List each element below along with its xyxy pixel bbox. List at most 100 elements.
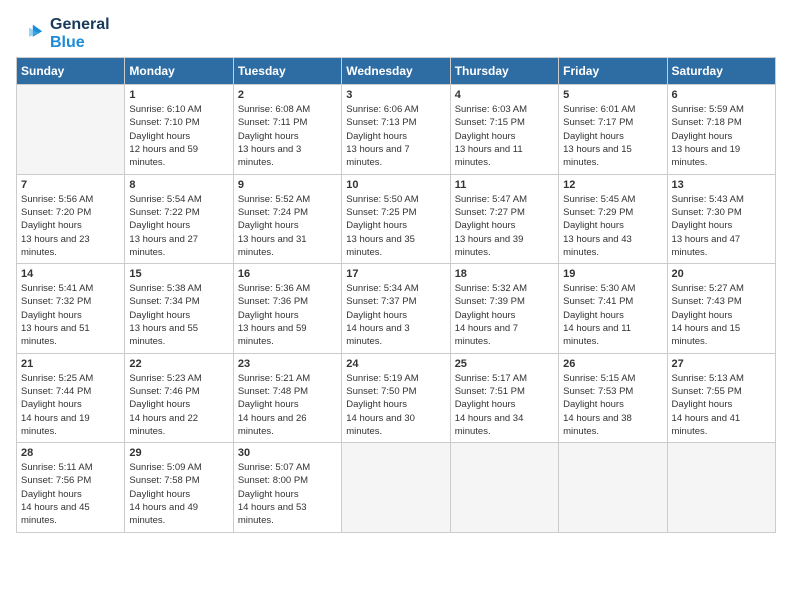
calendar-week-5: 28 Sunrise: 5:11 AMSunset: 7:56 PMDayligh… xyxy=(17,443,776,532)
logo-general: General xyxy=(50,16,110,34)
calendar-cell xyxy=(559,443,667,532)
logo: General Blue xyxy=(16,16,110,51)
day-number: 14 xyxy=(21,268,120,280)
day-number: 4 xyxy=(455,89,554,101)
day-number: 25 xyxy=(455,358,554,370)
day-number: 7 xyxy=(21,179,120,191)
calendar-cell: 5Sunrise: 6:01 AMSunset: 7:17 PMDaylight… xyxy=(559,85,667,174)
calendar-cell: 7 Sunrise: 5:56 AMSunset: 7:20 PMDaylight… xyxy=(17,174,125,263)
calendar-cell: 11 Sunrise: 5:47 AMSunset: 7:27 PMDayligh… xyxy=(450,174,558,263)
day-info: Sunrise: 5:17 AMSunset: 7:51 PMDaylight … xyxy=(455,372,554,438)
calendar-cell: 24Sunrise: 5:19 AMSunset: 7:50 PMDayligh… xyxy=(342,353,450,442)
day-number: 26 xyxy=(563,358,662,370)
day-number: 19 xyxy=(563,268,662,280)
day-number: 11 xyxy=(455,179,554,191)
day-number: 2 xyxy=(238,89,337,101)
page-header: General Blue xyxy=(16,16,776,51)
day-number: 21 xyxy=(21,358,120,370)
calendar-week-1: 1 Sunrise: 6:10 AMSunset: 7:10 PMDaylight… xyxy=(17,85,776,174)
day-info: Sunrise: 5:30 AMSunset: 7:41 PMDaylight … xyxy=(563,282,662,348)
day-number: 29 xyxy=(129,447,228,459)
day-info: Sunrise: 6:01 AMSunset: 7:17 PMDaylight … xyxy=(563,103,662,169)
calendar-cell: 22Sunrise: 5:23 AMSunset: 7:46 PMDayligh… xyxy=(125,353,233,442)
day-number: 3 xyxy=(346,89,445,101)
calendar-cell: 19 Sunrise: 5:30 AMSunset: 7:41 PMDayligh… xyxy=(559,264,667,353)
weekday-header-sunday: Sunday xyxy=(17,58,125,85)
day-info: Sunrise: 6:03 AMSunset: 7:15 PMDaylight … xyxy=(455,103,554,169)
day-info: Sunrise: 6:06 AMSunset: 7:13 PMDaylight … xyxy=(346,103,445,169)
calendar-cell: 8 Sunrise: 5:54 AMSunset: 7:22 PMDaylight… xyxy=(125,174,233,263)
logo-wrapper: General Blue xyxy=(16,16,110,51)
day-info: Sunrise: 5:59 AMSunset: 7:18 PMDaylight … xyxy=(672,103,771,169)
day-info: Sunrise: 5:34 AMSunset: 7:37 PMDaylight … xyxy=(346,282,445,348)
day-info: Sunrise: 5:54 AMSunset: 7:22 PMDaylight … xyxy=(129,193,228,259)
calendar-cell: 3 Sunrise: 6:06 AMSunset: 7:13 PMDaylight… xyxy=(342,85,450,174)
calendar-cell xyxy=(17,85,125,174)
calendar-table: SundayMondayTuesdayWednesdayThursdayFrid… xyxy=(16,57,776,532)
calendar-cell xyxy=(450,443,558,532)
day-info: Sunrise: 5:07 AMSunset: 8:00 PMDaylight … xyxy=(238,461,337,527)
day-info: Sunrise: 5:47 AMSunset: 7:27 PMDaylight … xyxy=(455,193,554,259)
calendar-week-2: 7 Sunrise: 5:56 AMSunset: 7:20 PMDaylight… xyxy=(17,174,776,263)
calendar-cell: 6Sunrise: 5:59 AMSunset: 7:18 PMDaylight… xyxy=(667,85,775,174)
weekday-header-tuesday: Tuesday xyxy=(233,58,341,85)
day-number: 1 xyxy=(129,89,228,101)
day-number: 13 xyxy=(672,179,771,191)
day-number: 23 xyxy=(238,358,337,370)
day-number: 10 xyxy=(346,179,445,191)
day-info: Sunrise: 5:15 AMSunset: 7:53 PMDaylight … xyxy=(563,372,662,438)
day-number: 20 xyxy=(672,268,771,280)
calendar-cell: 12 Sunrise: 5:45 AMSunset: 7:29 PMDayligh… xyxy=(559,174,667,263)
day-info: Sunrise: 5:09 AMSunset: 7:58 PMDaylight … xyxy=(129,461,228,527)
day-info: Sunrise: 5:36 AMSunset: 7:36 PMDaylight … xyxy=(238,282,337,348)
calendar-cell: 30 Sunrise: 5:07 AMSunset: 8:00 PMDayligh… xyxy=(233,443,341,532)
day-info: Sunrise: 5:25 AMSunset: 7:44 PMDaylight … xyxy=(21,372,120,438)
day-info: Sunrise: 5:32 AMSunset: 7:39 PMDaylight … xyxy=(455,282,554,348)
calendar-cell: 15 Sunrise: 5:38 AMSunset: 7:34 PMDayligh… xyxy=(125,264,233,353)
day-number: 27 xyxy=(672,358,771,370)
weekday-header-wednesday: Wednesday xyxy=(342,58,450,85)
calendar-cell: 29 Sunrise: 5:09 AMSunset: 7:58 PMDayligh… xyxy=(125,443,233,532)
day-info: Sunrise: 5:50 AMSunset: 7:25 PMDaylight … xyxy=(346,193,445,259)
day-number: 15 xyxy=(129,268,228,280)
day-info: Sunrise: 5:56 AMSunset: 7:20 PMDaylight … xyxy=(21,193,120,259)
day-number: 9 xyxy=(238,179,337,191)
calendar-cell xyxy=(342,443,450,532)
logo-bird-icon xyxy=(16,20,44,48)
day-info: Sunrise: 5:43 AMSunset: 7:30 PMDaylight … xyxy=(672,193,771,259)
calendar-cell: 4 Sunrise: 6:03 AMSunset: 7:15 PMDaylight… xyxy=(450,85,558,174)
day-number: 28 xyxy=(21,447,120,459)
calendar-cell: 17 Sunrise: 5:34 AMSunset: 7:37 PMDayligh… xyxy=(342,264,450,353)
calendar-week-3: 14Sunrise: 5:41 AMSunset: 7:32 PMDayligh… xyxy=(17,264,776,353)
day-number: 12 xyxy=(563,179,662,191)
weekday-header-friday: Friday xyxy=(559,58,667,85)
day-number: 8 xyxy=(129,179,228,191)
logo-blue: Blue xyxy=(50,34,110,52)
day-info: Sunrise: 5:13 AMSunset: 7:55 PMDaylight … xyxy=(672,372,771,438)
weekday-header-row: SundayMondayTuesdayWednesdayThursdayFrid… xyxy=(17,58,776,85)
calendar-cell xyxy=(667,443,775,532)
calendar-cell: 28 Sunrise: 5:11 AMSunset: 7:56 PMDayligh… xyxy=(17,443,125,532)
calendar-cell: 20 Sunrise: 5:27 AMSunset: 7:43 PMDayligh… xyxy=(667,264,775,353)
calendar-cell: 27 Sunrise: 5:13 AMSunset: 7:55 PMDayligh… xyxy=(667,353,775,442)
calendar-cell: 10 Sunrise: 5:50 AMSunset: 7:25 PMDayligh… xyxy=(342,174,450,263)
day-info: Sunrise: 5:11 AMSunset: 7:56 PMDaylight … xyxy=(21,461,120,527)
calendar-cell: 25 Sunrise: 5:17 AMSunset: 7:51 PMDayligh… xyxy=(450,353,558,442)
weekday-header-thursday: Thursday xyxy=(450,58,558,85)
day-info: Sunrise: 6:10 AMSunset: 7:10 PMDaylight … xyxy=(129,103,228,169)
day-info: Sunrise: 5:52 AMSunset: 7:24 PMDaylight … xyxy=(238,193,337,259)
day-info: Sunrise: 5:45 AMSunset: 7:29 PMDaylight … xyxy=(563,193,662,259)
calendar-cell: 14Sunrise: 5:41 AMSunset: 7:32 PMDayligh… xyxy=(17,264,125,353)
day-info: Sunrise: 5:38 AMSunset: 7:34 PMDaylight … xyxy=(129,282,228,348)
day-info: Sunrise: 5:27 AMSunset: 7:43 PMDaylight … xyxy=(672,282,771,348)
day-info: Sunrise: 6:08 AMSunset: 7:11 PMDaylight … xyxy=(238,103,337,169)
day-number: 24 xyxy=(346,358,445,370)
day-info: Sunrise: 5:21 AMSunset: 7:48 PMDaylight … xyxy=(238,372,337,438)
calendar-cell: 18Sunrise: 5:32 AMSunset: 7:39 PMDayligh… xyxy=(450,264,558,353)
day-number: 17 xyxy=(346,268,445,280)
day-number: 30 xyxy=(238,447,337,459)
calendar-cell: 16Sunrise: 5:36 AMSunset: 7:36 PMDayligh… xyxy=(233,264,341,353)
calendar-cell: 23 Sunrise: 5:21 AMSunset: 7:48 PMDayligh… xyxy=(233,353,341,442)
calendar-week-4: 21 Sunrise: 5:25 AMSunset: 7:44 PMDayligh… xyxy=(17,353,776,442)
calendar-cell: 9 Sunrise: 5:52 AMSunset: 7:24 PMDaylight… xyxy=(233,174,341,263)
